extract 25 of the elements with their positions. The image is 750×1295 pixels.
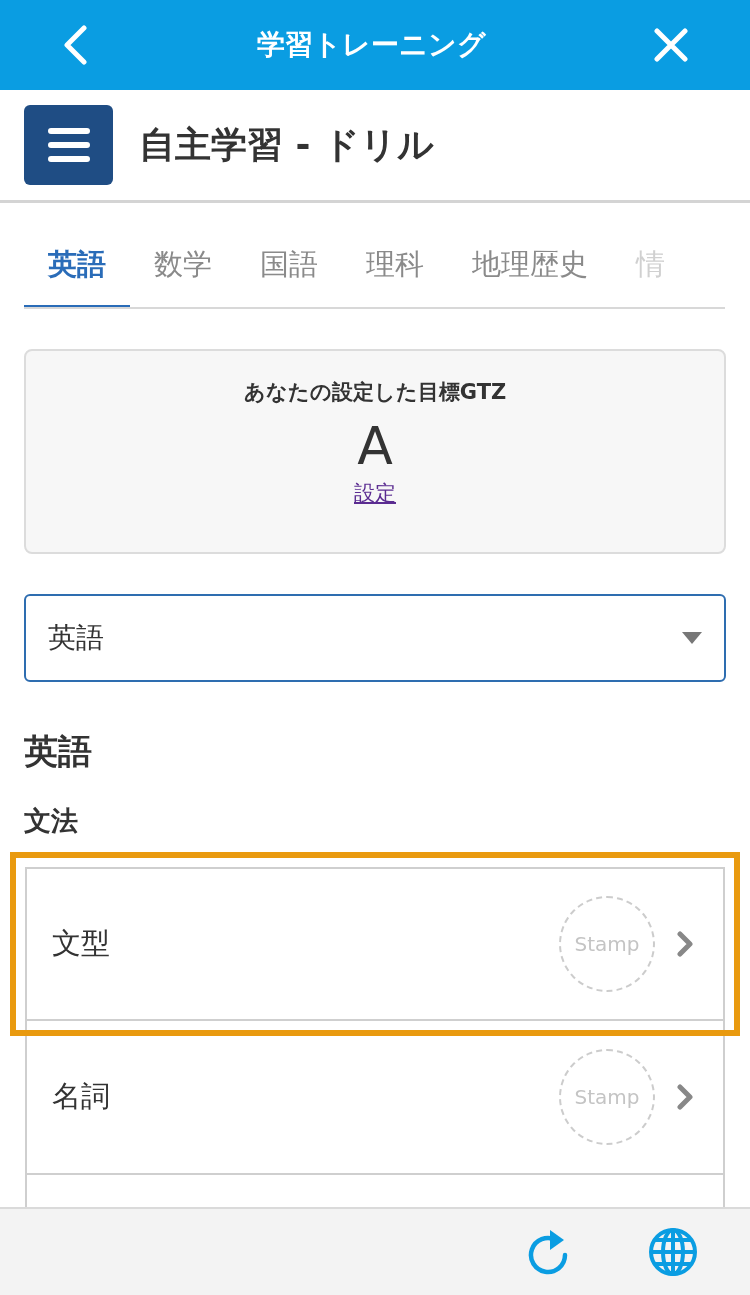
drill-item[interactable]: 名詞 Stamp (25, 1021, 725, 1175)
category-title: 文法 (24, 803, 79, 838)
chevron-right-icon (677, 931, 693, 957)
page-title: 自主学習 - ドリル (139, 123, 434, 167)
subject-tab[interactable]: 地理歴史 (448, 243, 612, 307)
settings-link[interactable]: 設定 (354, 478, 396, 510)
close-icon[interactable] (654, 28, 688, 62)
item-label: 文型 (52, 925, 111, 963)
goal-caption: あなたの設定した目標GTZ (243, 378, 507, 406)
item-label: 名詞 (52, 1078, 111, 1116)
dropdown-caret-icon (682, 631, 702, 644)
globe-icon[interactable] (648, 1227, 698, 1277)
subject-select[interactable]: 英語 (24, 593, 726, 682)
subject-tab[interactable]: 英語 (24, 243, 130, 307)
refresh-icon[interactable] (526, 1228, 570, 1276)
section-title: 英語 (24, 729, 93, 773)
menu-button[interactable] (24, 105, 113, 185)
menu-icon (47, 127, 90, 163)
header-title: 学習トレーニング (256, 27, 486, 63)
chevron-right-icon (677, 1084, 693, 1110)
subject-tab[interactable]: 国語 (236, 243, 342, 307)
back-icon[interactable] (62, 25, 88, 65)
goal-grade: A (357, 415, 393, 478)
subject-tab[interactable]: 数学 (130, 243, 236, 307)
subject-tab[interactable]: 理科 (342, 243, 448, 307)
